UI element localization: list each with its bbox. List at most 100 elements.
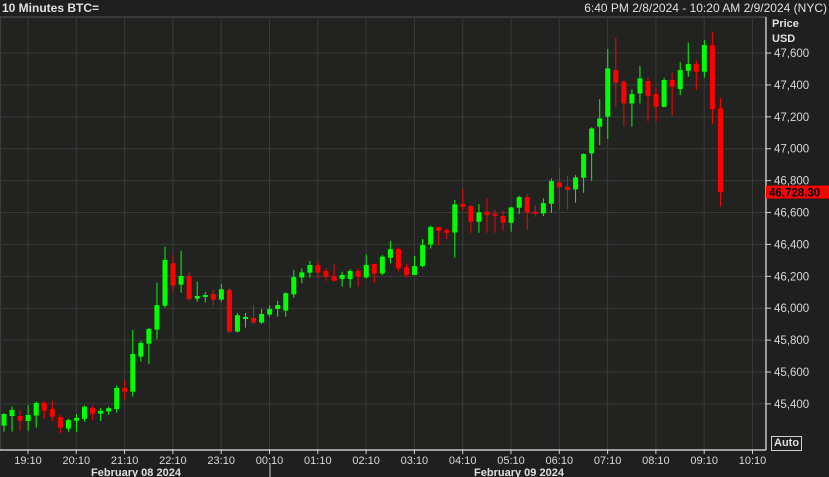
x-tick-label: 02:10: [352, 455, 380, 467]
candle: [717, 97, 723, 207]
candle-body: [33, 402, 39, 416]
candle-body: [621, 81, 627, 104]
candle-body: [573, 177, 579, 190]
candle-body: [444, 230, 450, 233]
candle-body: [73, 417, 79, 421]
candle-body: [460, 204, 466, 207]
candle-body: [138, 342, 144, 357]
x-tick-label: 09:10: [690, 455, 718, 467]
y-tick-label: 46,000: [774, 303, 809, 315]
candle-body: [371, 264, 377, 274]
candle-body: [379, 256, 385, 274]
candle-body: [709, 45, 715, 110]
candle-body: [202, 294, 208, 297]
candle-body: [532, 211, 538, 214]
candle-body: [540, 203, 546, 214]
y-tick-label: 47,600: [774, 48, 809, 60]
candle-body: [717, 108, 723, 193]
candle-body: [581, 153, 587, 178]
candle-body: [315, 264, 321, 273]
candle-body: [363, 264, 369, 278]
candle-body: [589, 128, 595, 154]
x-tick-label: 05:10: [497, 455, 525, 467]
candle-body: [645, 81, 651, 96]
candle: [226, 288, 232, 333]
candle-body: [629, 94, 635, 104]
candle-body: [186, 276, 192, 299]
candle-body: [49, 409, 55, 417]
candle-body: [516, 197, 522, 208]
candle-body: [508, 207, 514, 223]
candle-body: [17, 416, 23, 421]
y-tick-label: 45,400: [774, 399, 809, 411]
candle-body: [210, 294, 216, 300]
candle: [395, 247, 401, 272]
candle-body: [428, 227, 434, 245]
candle-body: [243, 316, 248, 319]
candle-body: [395, 249, 401, 269]
candle-body: [468, 206, 474, 222]
candle-body: [275, 305, 281, 310]
price-axis: 45,400 45,600 45,800 46,000 46,200 46,400 46,6…: [766, 48, 809, 411]
candle-body: [331, 276, 337, 281]
candle-body: [106, 408, 112, 412]
x-tick-label: 07:10: [594, 455, 622, 467]
y-tick-label: 47,000: [774, 144, 809, 156]
candle: [114, 385, 120, 413]
candle-body: [162, 259, 168, 306]
candle-body: [25, 414, 31, 421]
candle-body: [524, 197, 530, 213]
candle-body: [178, 276, 184, 285]
y-tick-label: 45,800: [774, 335, 809, 347]
candlestick-chart[interactable]: 45,400 45,600 45,800 46,000 46,200 46,400 46,6…: [0, 0, 829, 477]
x-tick-label: 08:10: [642, 455, 670, 467]
candle-body: [170, 263, 176, 286]
auto-scale-button[interactable]: Auto: [771, 436, 803, 451]
y-tick-label: 45,600: [774, 367, 809, 379]
candle-body: [339, 275, 345, 280]
x-tick-label: 01:10: [304, 455, 332, 467]
date-label-feb-08: February 08 2024: [91, 467, 182, 477]
candle-body: [548, 181, 554, 204]
candle-body: [661, 79, 667, 107]
candle-body: [355, 271, 361, 277]
price-axis-label-line1: Price: [772, 18, 799, 30]
last-price-label: 46,728.30: [769, 188, 820, 200]
x-tick-label: 20:10: [63, 455, 91, 467]
candle-body: [436, 227, 442, 231]
candle-body: [597, 118, 603, 127]
y-tick-label: 46,600: [774, 208, 809, 220]
candle-body: [476, 212, 482, 222]
candle-body: [299, 272, 305, 278]
candle-body: [234, 315, 240, 332]
candle-body: [82, 406, 87, 419]
candle-body: [484, 211, 490, 216]
candle-body: [146, 328, 152, 344]
x-tick-label: 03:10: [401, 455, 429, 467]
candle-body: [218, 289, 224, 300]
candle-body: [9, 409, 15, 417]
candle-body: [194, 295, 200, 299]
candle-body: [347, 271, 353, 280]
x-tick-label: 22:10: [159, 455, 187, 467]
candle-body: [323, 271, 329, 277]
candle-body: [412, 266, 418, 276]
x-tick-label: 10:10: [739, 455, 767, 467]
candle: [379, 255, 385, 276]
candle-body: [500, 216, 506, 223]
candle-body: [307, 264, 313, 273]
time-axis: 19:10 20:10 21:10 22:10 23:10 00:10 01:10 02:10…: [14, 450, 766, 467]
date-label-feb-09: February 09 2024: [474, 467, 565, 477]
x-tick-label: 23:10: [207, 455, 235, 467]
candle-body: [637, 78, 643, 94]
candle-body: [1, 413, 7, 426]
candle-body: [420, 245, 426, 267]
candle: [234, 313, 240, 333]
candle-body: [122, 387, 128, 392]
last-price-marker: 46,728.30: [766, 185, 829, 200]
candle-body: [57, 417, 63, 428]
x-tick-label: 21:10: [111, 455, 139, 467]
candle-body: [90, 407, 96, 414]
candle-body: [387, 249, 393, 258]
candle-body: [613, 70, 619, 83]
